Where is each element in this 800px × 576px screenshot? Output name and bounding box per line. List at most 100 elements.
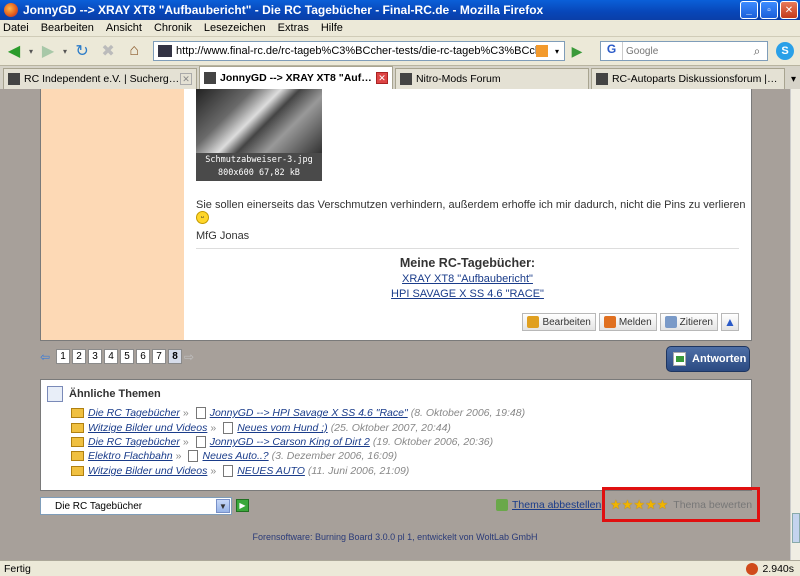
edit-label: Bearbeiten bbox=[542, 316, 591, 328]
page-link-4[interactable]: 4 bbox=[104, 349, 118, 364]
board-link[interactable]: Elektro Flachbahn bbox=[88, 450, 173, 462]
thread-link[interactable]: JonnyGD --> HPI Savage X SS 4.6 "Race" bbox=[210, 407, 408, 419]
breadcrumb-separator: » bbox=[182, 436, 189, 448]
edit-button[interactable]: Bearbeiten bbox=[522, 313, 596, 331]
forward-arrow-icon[interactable]: ▶ bbox=[37, 40, 59, 62]
tab-rc-autoparts[interactable]: RC-Autoparts Diskussionsforum | Star... bbox=[590, 68, 785, 89]
page-link-2[interactable]: 2 bbox=[72, 349, 86, 364]
close-window-button[interactable]: ✕ bbox=[780, 1, 798, 19]
post-greeting: MfG Jonas bbox=[196, 230, 250, 242]
search-engine-icon[interactable]: G bbox=[601, 42, 624, 60]
rating-star-4-icon[interactable]: ★ bbox=[645, 497, 657, 513]
tab-close-icon[interactable]: ✕ bbox=[179, 73, 192, 85]
thread-document-icon bbox=[195, 407, 206, 419]
search-input[interactable] bbox=[623, 45, 748, 57]
next-page-arrow-icon: ⇨ bbox=[184, 349, 195, 364]
page-link-7[interactable]: 7 bbox=[152, 349, 166, 364]
board-link[interactable]: Die RC Tagebücher bbox=[88, 436, 180, 448]
menu-chronik[interactable]: Chronik bbox=[154, 22, 192, 34]
menu-ansicht[interactable]: Ansicht bbox=[106, 22, 142, 34]
page-link-6[interactable]: 6 bbox=[136, 349, 150, 364]
window-controls: _ ▫ ✕ bbox=[740, 1, 798, 19]
attachment-meta: 800x600 67,82 kB bbox=[218, 168, 300, 178]
reply-button[interactable]: Antworten bbox=[666, 346, 750, 372]
similar-threads-heading: Ähnliche Themen bbox=[47, 386, 161, 402]
folder-icon bbox=[71, 408, 84, 418]
jump-go-button[interactable]: ▶ bbox=[236, 499, 249, 512]
rate-thread-label: Thema bewerten bbox=[673, 498, 753, 511]
attachment-image[interactable] bbox=[196, 89, 322, 153]
board-jump-selected: Die RC Tagebücher bbox=[55, 500, 143, 512]
address-bar[interactable]: http://www.final-rc.de/rc-tageb%C3%BCche… bbox=[153, 41, 566, 61]
quote-button[interactable]: Zitieren bbox=[659, 313, 718, 331]
board-link[interactable]: Witzige Bilder und Videos bbox=[88, 465, 207, 477]
menu-hilfe[interactable]: Hilfe bbox=[321, 22, 343, 34]
thread-document-icon bbox=[195, 436, 206, 448]
page-link-5[interactable]: 5 bbox=[120, 349, 134, 364]
previous-page-arrow-icon[interactable]: ⇦ bbox=[40, 350, 54, 364]
tab-label: JonnyGD --> XRAY XT8 "Aufbaub... bbox=[219, 72, 376, 84]
back-history-dropdown-icon[interactable]: ▾ bbox=[29, 47, 33, 56]
reload-icon[interactable]: ↻ bbox=[71, 40, 93, 62]
folder-icon bbox=[71, 437, 84, 447]
thread-link[interactable]: NEUES AUTO bbox=[237, 465, 305, 477]
menu-bearbeiten[interactable]: Bearbeiten bbox=[41, 22, 94, 34]
menu-extras[interactable]: Extras bbox=[278, 22, 309, 34]
tab-close-icon[interactable]: ✕ bbox=[375, 72, 388, 84]
tab-list-dropdown-icon[interactable]: ▾ bbox=[787, 70, 800, 89]
rating-star-5-icon[interactable]: ★ bbox=[657, 497, 669, 513]
stop-icon[interactable]: ✖ bbox=[97, 40, 119, 62]
status-text: Fertig bbox=[4, 562, 31, 575]
thread-link[interactable]: Neues Auto..? bbox=[202, 450, 268, 462]
thread-link[interactable]: JonnyGD --> Carson King of Dirt 2 bbox=[210, 436, 370, 448]
signature-link-hpi-savage[interactable]: HPI SAVAGE X SS 4.6 "RACE" bbox=[196, 288, 739, 300]
tab-rc-independent[interactable]: RC Independent e.V. | Suchergebnis ✕ bbox=[3, 68, 197, 89]
rating-star-2-icon[interactable]: ★ bbox=[622, 497, 634, 513]
footer-credits: Forensoftware: Burning Board 3.0.0 pl 1,… bbox=[252, 532, 538, 542]
rating-star-3-icon[interactable]: ★ bbox=[633, 497, 645, 513]
home-icon[interactable]: ⌂ bbox=[123, 40, 145, 62]
maximize-button[interactable]: ▫ bbox=[760, 1, 778, 19]
skype-icon[interactable]: S bbox=[776, 42, 795, 60]
rate-thread: ★ ★ ★ ★ ★ Thema bewerten bbox=[602, 487, 760, 522]
minimize-button[interactable]: _ bbox=[740, 1, 758, 19]
site-favicon-icon bbox=[158, 45, 173, 57]
unsubscribe-link[interactable]: Thema abbestellen bbox=[512, 499, 601, 511]
board-link[interactable]: Die RC Tagebücher bbox=[88, 407, 180, 419]
signature-link-xray[interactable]: XRAY XT8 "Aufbaubericht" bbox=[196, 273, 739, 285]
tab-favicon-icon bbox=[8, 73, 20, 85]
report-button[interactable]: Melden bbox=[598, 313, 657, 331]
chevron-down-icon[interactable]: ▼ bbox=[216, 499, 230, 513]
vertical-scrollbar[interactable] bbox=[790, 89, 800, 560]
board-link[interactable]: Witzige Bilder und Videos bbox=[88, 422, 207, 434]
scroll-to-top-button[interactable]: ▲ bbox=[721, 313, 739, 331]
page-load-timer: 2.940s bbox=[762, 562, 794, 575]
similar-thread-item: Witzige Bilder und Videos » Neues vom Hu… bbox=[71, 422, 451, 434]
rss-feed-icon[interactable] bbox=[536, 45, 549, 57]
tab-nitro-mods[interactable]: Nitro-Mods Forum bbox=[394, 68, 589, 89]
menu-lesezeichen[interactable]: Lesezeichen bbox=[204, 22, 266, 34]
search-magnifier-icon[interactable]: ⌕ bbox=[747, 44, 767, 59]
menu-bar: Datei Bearbeiten Ansicht Chronik Lesezei… bbox=[0, 20, 800, 37]
tab-jonnygd-xray[interactable]: JonnyGD --> XRAY XT8 "Aufbaub... ✕ bbox=[198, 66, 393, 89]
go-arrow-icon[interactable]: ▶ bbox=[568, 42, 586, 60]
forward-history-dropdown-icon[interactable]: ▾ bbox=[63, 47, 67, 56]
attachment-filename: Schmutzabweiser-3.jpg bbox=[205, 155, 313, 165]
firebug-icon[interactable] bbox=[746, 562, 759, 575]
board-jump-select[interactable]: Die RC Tagebücher ▼ bbox=[40, 497, 232, 515]
page-link-1[interactable]: 1 bbox=[56, 349, 70, 364]
current-page-8: 8 bbox=[168, 349, 182, 364]
page-link-3[interactable]: 3 bbox=[88, 349, 102, 364]
thread-document-icon bbox=[223, 422, 234, 434]
url-history-dropdown-icon[interactable]: ▾ bbox=[550, 47, 564, 56]
post-body-text: Sie sollen einerseits das Verschmutzen v… bbox=[196, 199, 746, 211]
tab-bar: RC Independent e.V. | Suchergebnis ✕ Jon… bbox=[0, 65, 800, 89]
rating-star-1-icon[interactable]: ★ bbox=[610, 497, 622, 513]
url-text[interactable]: http://www.final-rc.de/rc-tageb%C3%BCche… bbox=[176, 45, 536, 57]
thread-link[interactable]: Neues vom Hund ;) bbox=[237, 422, 327, 434]
quote-label: Zitieren bbox=[679, 316, 713, 328]
menu-datei[interactable]: Datei bbox=[3, 22, 29, 34]
scrollbar-thumb[interactable] bbox=[792, 513, 800, 543]
attachment-thumbnail[interactable]: Schmutzabweiser-3.jpg 800x600 67,82 kB bbox=[196, 89, 322, 181]
back-arrow-icon[interactable]: ◀ bbox=[3, 40, 25, 62]
